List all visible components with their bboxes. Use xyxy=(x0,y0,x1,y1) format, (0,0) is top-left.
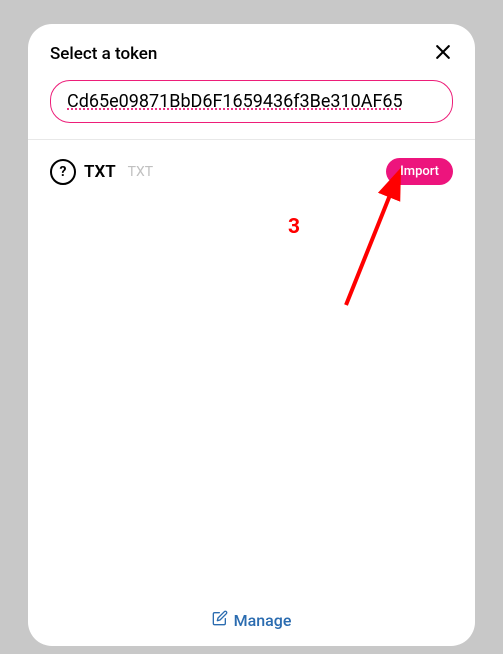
annotation-layer: 3 xyxy=(28,140,475,594)
close-button[interactable] xyxy=(433,44,453,64)
modal-header: Select a token xyxy=(28,24,475,78)
question-icon: ? xyxy=(50,159,76,185)
manage-label: Manage xyxy=(234,611,292,630)
close-icon xyxy=(433,42,453,66)
token-row[interactable]: ? TXT TXT Import xyxy=(50,158,453,185)
search-wrapper xyxy=(28,78,475,139)
manage-link[interactable]: Manage xyxy=(212,610,292,630)
modal-footer: Manage xyxy=(28,594,475,646)
import-button[interactable]: Import xyxy=(386,158,453,185)
token-name: TXT xyxy=(128,164,153,180)
token-symbol: TXT xyxy=(84,162,116,182)
token-search-input[interactable] xyxy=(50,80,453,123)
select-token-modal: Select a token ? TXT TXT Import 3 xyxy=(28,24,475,646)
modal-title: Select a token xyxy=(50,44,157,64)
token-list: ? TXT TXT Import 3 xyxy=(28,140,475,594)
annotation-number: 3 xyxy=(288,215,300,239)
token-info: ? TXT TXT xyxy=(50,159,153,185)
edit-icon xyxy=(212,610,228,630)
